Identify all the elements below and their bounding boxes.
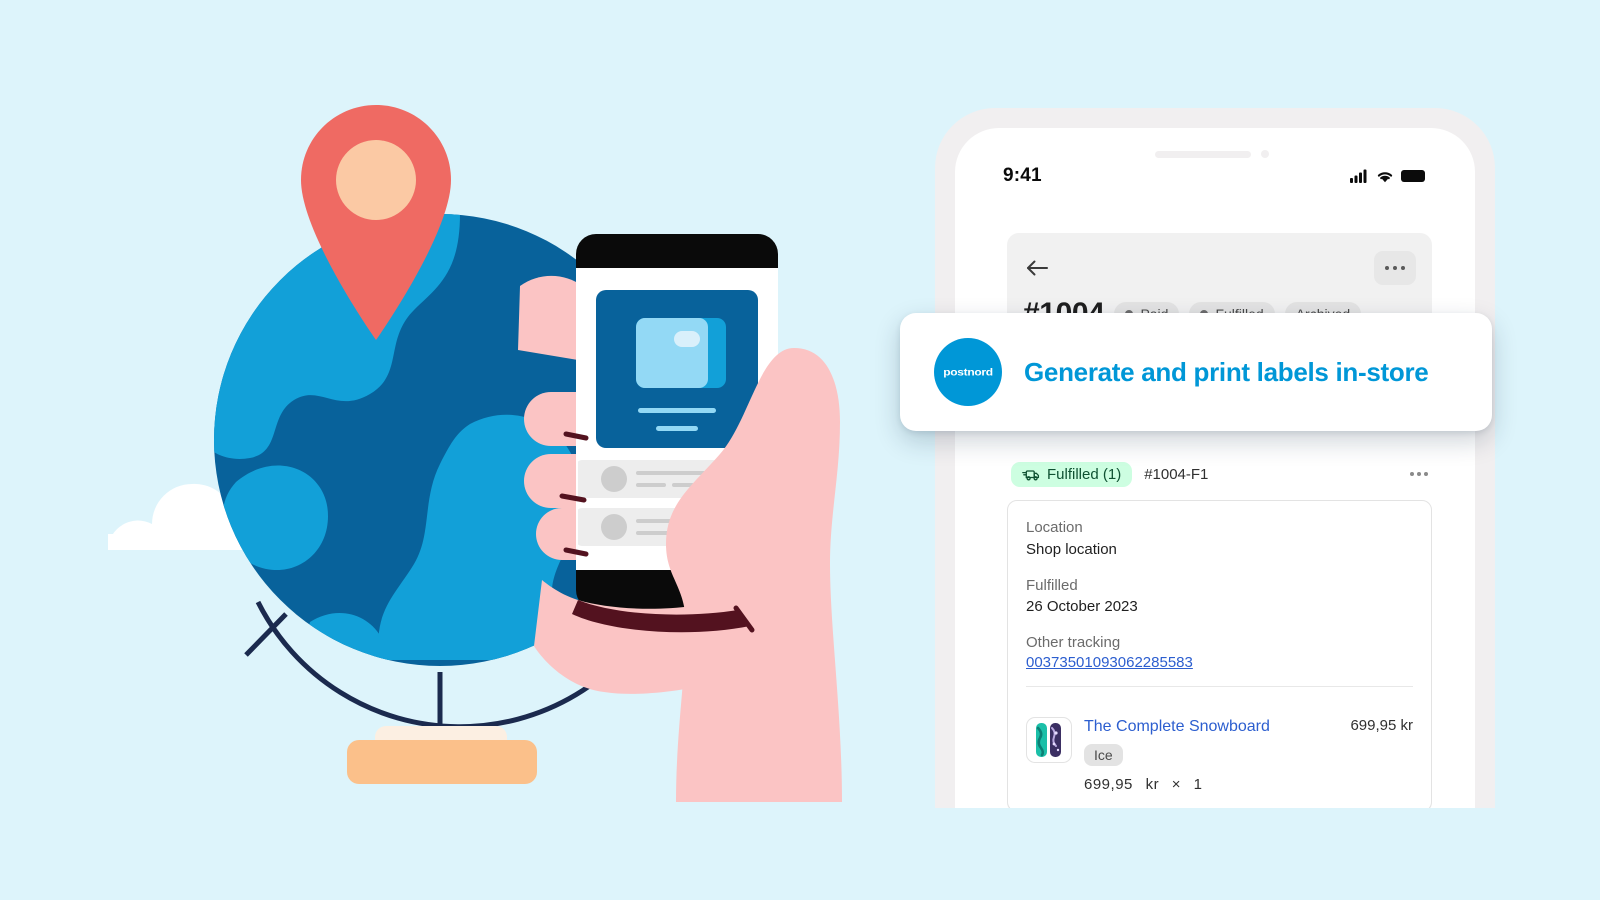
order-more-options-button[interactable]: [1374, 251, 1416, 285]
fulfillment-section: Fulfilled (1) #1004-F1 Location Shop loc…: [1007, 458, 1432, 808]
multiply-sign: ×: [1171, 775, 1181, 793]
line-item-price: 699,95 kr: [1350, 716, 1413, 734]
hero-illustration: [0, 0, 920, 900]
phone-device: 9:41 Fulfilled (1) #1004-F1 Location Sho…: [935, 108, 1495, 808]
dot: [1401, 266, 1405, 270]
status-bar: 9:41: [955, 162, 1475, 190]
back-arrow-icon[interactable]: [1023, 254, 1051, 282]
line-item-details: The Complete Snowboard 699,95 kr Ice 699…: [1084, 717, 1413, 793]
dot: [1417, 472, 1421, 476]
line-item-title-link[interactable]: The Complete Snowboard: [1084, 717, 1270, 736]
delivery-truck-icon: [1022, 469, 1040, 480]
dot: [1385, 266, 1389, 270]
fulfillment-card: Location Shop location Fulfilled 26 Octo…: [1007, 500, 1432, 808]
fulfillment-id: #1004-F1: [1144, 465, 1209, 483]
notification-toast[interactable]: postnord Generate and print labels in-st…: [900, 313, 1492, 431]
divider: [1026, 685, 1413, 687]
line-item-quantity: 1: [1193, 775, 1203, 793]
status-bar-icons: [1350, 169, 1427, 183]
order-header-toolbar: [1023, 245, 1416, 291]
line-item-variant-badge: Ice: [1084, 743, 1123, 766]
line-item-quantity-row: 699,95 kr × 1: [1084, 776, 1413, 793]
fulfillment-header: Fulfilled (1) #1004-F1: [1007, 458, 1432, 490]
wifi-icon: [1377, 172, 1393, 183]
postnord-logo: postnord: [934, 338, 1002, 406]
line-item-unit-price: 699,95: [1084, 775, 1133, 793]
dot: [1410, 472, 1414, 476]
fulfilled-date-label: Fulfilled: [1026, 576, 1078, 594]
dot: [1424, 472, 1428, 476]
phone-screen: 9:41 Fulfilled (1) #1004-F1 Location Sho…: [955, 128, 1475, 808]
fulfilled-date-value: 26 October 2023: [1026, 598, 1138, 616]
notch-camera: [1261, 150, 1269, 158]
dot: [1393, 266, 1397, 270]
postnord-logo-text: postnord: [943, 366, 993, 378]
line-item: The Complete Snowboard 699,95 kr Ice 699…: [1008, 701, 1431, 808]
line-item-top-row: The Complete Snowboard 699,95 kr: [1084, 717, 1413, 736]
battery-full-icon: [1401, 170, 1425, 182]
line-item-currency: kr: [1145, 775, 1160, 793]
screenshot-canvas: 9:41 Fulfilled (1) #1004-F1 Location Sho…: [0, 0, 1600, 900]
location-value: Shop location: [1026, 540, 1117, 558]
fulfillment-more-options-button[interactable]: [1410, 472, 1428, 476]
tracking-number-link[interactable]: 00373501093062285583: [1026, 654, 1193, 671]
location-label: Location: [1026, 519, 1083, 536]
snowboard-product-thumbnail[interactable]: [1026, 716, 1072, 763]
fulfillment-status-label: Fulfilled (1): [1047, 465, 1122, 483]
notch-speaker: [1155, 150, 1251, 158]
notification-message: Generate and print labels in-store: [1024, 356, 1429, 387]
fulfillment-status-badge: Fulfilled (1): [1011, 461, 1133, 487]
fulfillment-details: Location Shop location Fulfilled 26 Octo…: [1008, 501, 1431, 701]
cellular-signal-icon: [1350, 169, 1367, 183]
phone-notch: [1155, 150, 1275, 158]
status-bar-time: 9:41: [1003, 165, 1042, 186]
tracking-label: Other tracking: [1026, 634, 1121, 651]
